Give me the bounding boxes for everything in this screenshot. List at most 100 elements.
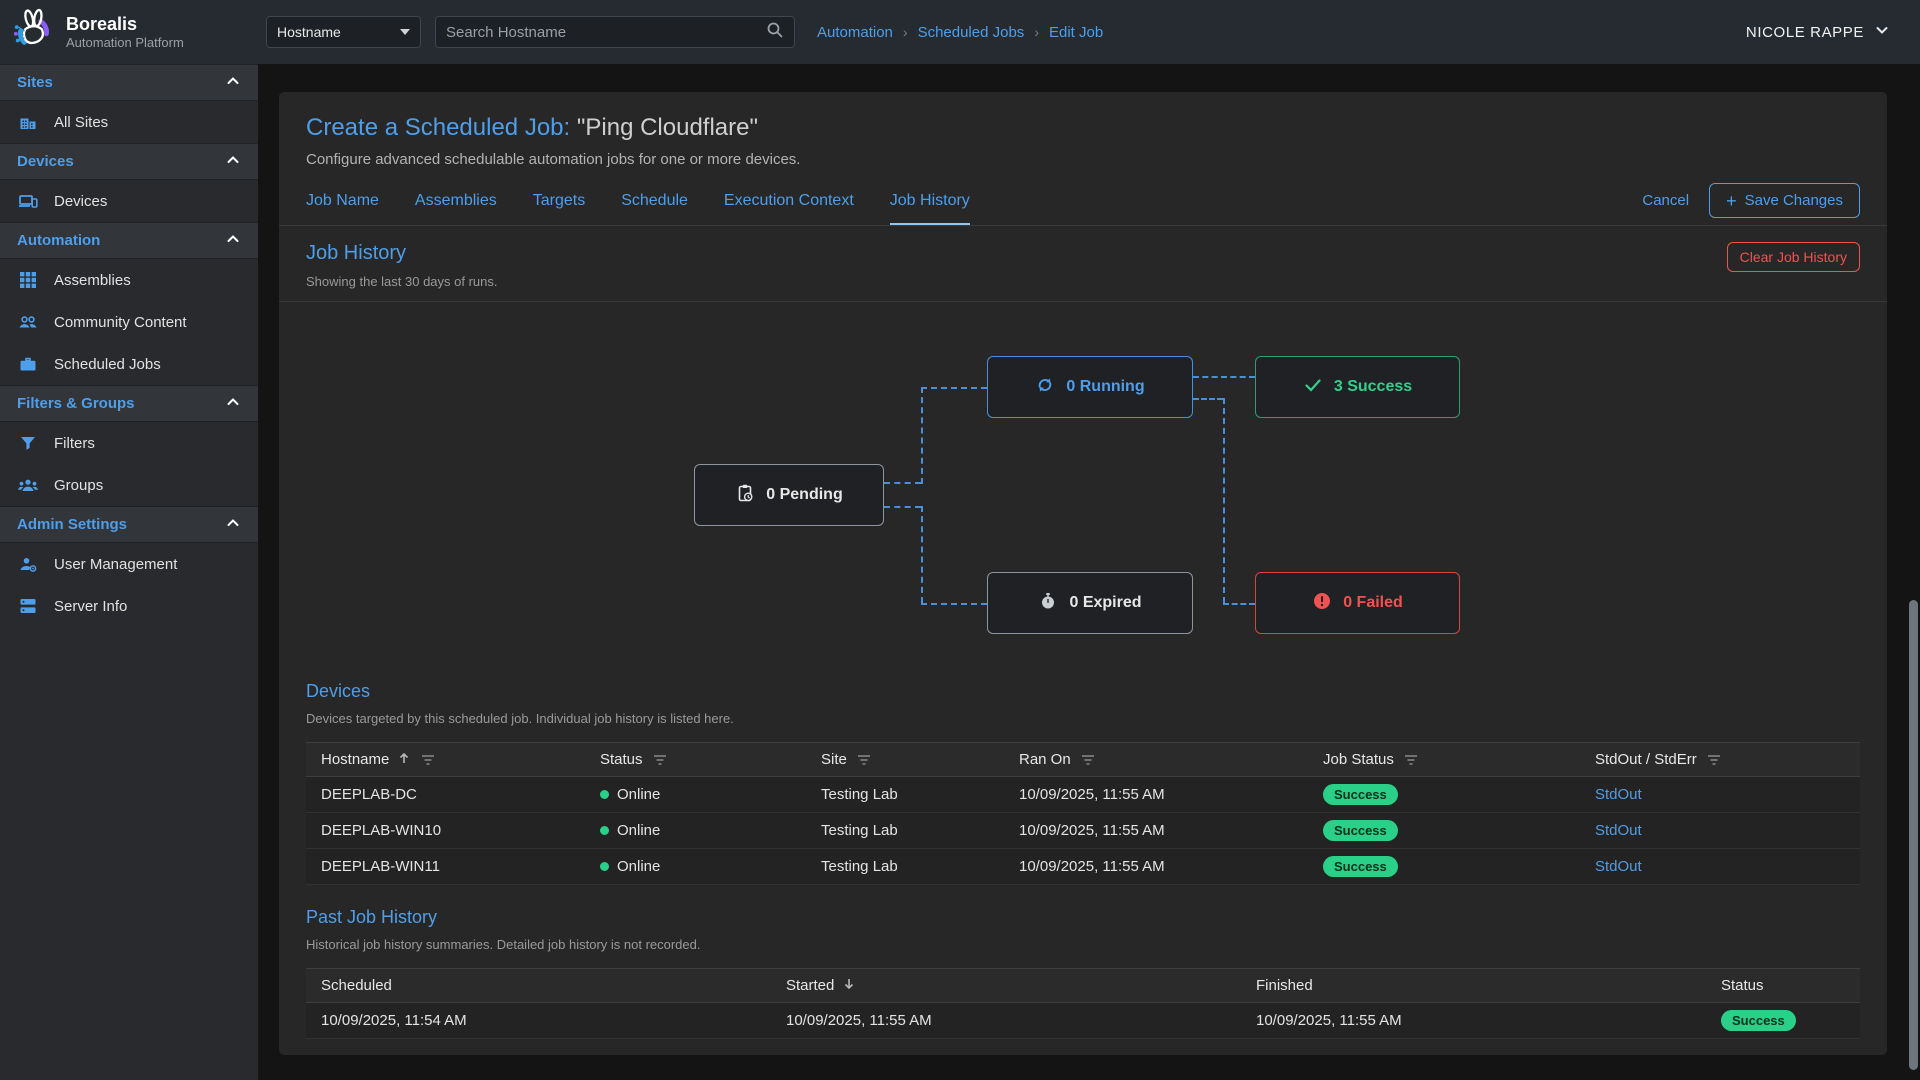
sidebar-item-scheduled-jobs[interactable]: Scheduled Jobs bbox=[0, 343, 258, 385]
app-name: Borealis bbox=[66, 14, 184, 35]
column-header-status[interactable]: Status bbox=[585, 751, 806, 768]
column-header-ran-on[interactable]: Ran On bbox=[1004, 751, 1308, 768]
past-job-history-subheading: Historical job history summaries. Detail… bbox=[306, 937, 1860, 952]
column-header-finished[interactable]: Finished bbox=[1241, 977, 1706, 994]
filter-icon[interactable] bbox=[1081, 754, 1095, 766]
borealis-logo-icon bbox=[12, 8, 56, 57]
past-job-history-heading: Past Job History bbox=[306, 907, 1860, 928]
breadcrumb-separator: › bbox=[903, 24, 908, 40]
sidebar-section-devices[interactable]: Devices bbox=[0, 143, 258, 180]
online-dot-icon bbox=[600, 826, 609, 835]
status-badge: Success bbox=[1323, 784, 1398, 805]
past-table-header: Scheduled Started Finished Status bbox=[306, 968, 1860, 1003]
people-icon bbox=[17, 311, 39, 333]
sidebar-section-admin-settings[interactable]: Admin Settings bbox=[0, 506, 258, 543]
building-icon bbox=[17, 111, 39, 133]
connector-line bbox=[884, 506, 921, 508]
hostname-select[interactable]: Hostname bbox=[266, 16, 421, 48]
sidebar-item-label: All Sites bbox=[54, 114, 108, 131]
tab-job-name[interactable]: Job Name bbox=[306, 182, 379, 225]
user-name: NICOLE RAPPE bbox=[1746, 24, 1864, 41]
filter-icon[interactable] bbox=[1404, 754, 1418, 766]
search-input[interactable] bbox=[446, 24, 766, 41]
filter-icon[interactable] bbox=[653, 754, 667, 766]
sidebar-item-label: Scheduled Jobs bbox=[54, 356, 161, 373]
tab-job-history[interactable]: Job History bbox=[890, 182, 970, 225]
breadcrumb-edit-job[interactable]: Edit Job bbox=[1049, 24, 1103, 41]
sidebar-section-automation[interactable]: Automation bbox=[0, 222, 258, 259]
sidebar-item-label: Groups bbox=[54, 477, 103, 494]
clear-job-history-button[interactable]: Clear Job History bbox=[1727, 242, 1860, 272]
stdout-link[interactable]: StdOut bbox=[1595, 858, 1642, 875]
hostname-cell: DEEPLAB-WIN10 bbox=[306, 822, 585, 839]
filter-icon[interactable] bbox=[1707, 754, 1721, 766]
sidebar-item-label: Assemblies bbox=[54, 272, 131, 289]
job-status-cell: Success bbox=[1308, 784, 1580, 805]
column-header-started[interactable]: Started bbox=[771, 977, 1241, 995]
column-header-site[interactable]: Site bbox=[806, 751, 1004, 768]
breadcrumb-scheduled-jobs[interactable]: Scheduled Jobs bbox=[918, 24, 1025, 41]
devices-heading: Devices bbox=[306, 681, 1860, 702]
page-title: Create a Scheduled Job: "Ping Cloudflare… bbox=[306, 114, 1860, 142]
tab-execution-context[interactable]: Execution Context bbox=[724, 182, 854, 225]
main-content: Create a Scheduled Job: "Ping Cloudflare… bbox=[258, 64, 1920, 1080]
past-job-history-table: Scheduled Started Finished Status 10/09/… bbox=[306, 968, 1860, 1039]
stdout-link[interactable]: StdOut bbox=[1595, 786, 1642, 803]
flow-node-success[interactable]: 3 Success bbox=[1255, 356, 1460, 418]
sidebar-item-filters[interactable]: Filters bbox=[0, 422, 258, 464]
column-header-scheduled[interactable]: Scheduled bbox=[306, 977, 771, 994]
sidebar-item-all-sites[interactable]: All Sites bbox=[0, 101, 258, 143]
flow-node-failed[interactable]: 0 Failed bbox=[1255, 572, 1460, 634]
chevron-up-icon bbox=[225, 73, 241, 93]
sidebar-item-devices[interactable]: Devices bbox=[0, 180, 258, 222]
flow-node-label: 0 Running bbox=[1066, 378, 1144, 396]
breadcrumb-automation[interactable]: Automation bbox=[817, 24, 893, 41]
sidebar-item-community-content[interactable]: Community Content bbox=[0, 301, 258, 343]
topbar: Borealis Automation Platform Hostname Au… bbox=[0, 0, 1920, 64]
error-icon bbox=[1312, 591, 1332, 616]
column-header-hostname[interactable]: Hostname bbox=[306, 751, 585, 769]
sort-up-icon bbox=[397, 751, 411, 769]
devices-table-header: Hostname Status Site bbox=[306, 742, 1860, 777]
sidebar-item-label: Server Info bbox=[54, 598, 127, 615]
column-header-stdout[interactable]: StdOut / StdErr bbox=[1580, 751, 1860, 768]
devices-table: Hostname Status Site bbox=[306, 742, 1860, 885]
tabs-row: Job Name Assemblies Targets Schedule Exe… bbox=[279, 182, 1887, 226]
edit-job-card: Create a Scheduled Job: "Ping Cloudflare… bbox=[279, 92, 1887, 1055]
cancel-button[interactable]: Cancel bbox=[1642, 192, 1689, 209]
ran-on-cell: 10/09/2025, 11:55 AM bbox=[1004, 822, 1308, 839]
save-changes-button[interactable]: + Save Changes bbox=[1709, 183, 1860, 218]
status-badge: Success bbox=[1721, 1010, 1796, 1031]
column-header-job-status[interactable]: Job Status bbox=[1308, 751, 1580, 768]
tab-assemblies[interactable]: Assemblies bbox=[415, 182, 497, 225]
sidebar-item-assemblies[interactable]: Assemblies bbox=[0, 259, 258, 301]
sidebar-section-filters-groups[interactable]: Filters & Groups bbox=[0, 385, 258, 422]
chevron-up-icon bbox=[225, 152, 241, 172]
sidebar-item-server-info[interactable]: Server Info bbox=[0, 585, 258, 627]
check-icon bbox=[1303, 375, 1323, 400]
scrollbar-thumb[interactable] bbox=[1909, 600, 1918, 1070]
tab-schedule[interactable]: Schedule bbox=[621, 182, 688, 225]
search-icon bbox=[766, 21, 784, 44]
column-header-status[interactable]: Status bbox=[1706, 977, 1860, 994]
sidebar-item-label: User Management bbox=[54, 556, 177, 573]
sidebar-section-sites[interactable]: Sites bbox=[0, 64, 258, 101]
filter-icon[interactable] bbox=[421, 754, 435, 766]
connector-line bbox=[1193, 398, 1223, 400]
section-label: Devices bbox=[17, 153, 74, 170]
filter-icon[interactable] bbox=[857, 754, 871, 766]
save-changes-label: Save Changes bbox=[1745, 192, 1843, 209]
job-history-subheading: Showing the last 30 days of runs. bbox=[306, 274, 498, 289]
flow-node-running[interactable]: 0 Running bbox=[987, 356, 1193, 418]
sidebar-item-user-management[interactable]: User Management bbox=[0, 543, 258, 585]
sidebar-item-label: Community Content bbox=[54, 314, 187, 331]
chevron-up-icon bbox=[225, 515, 241, 535]
tab-targets[interactable]: Targets bbox=[533, 182, 585, 225]
flow-node-pending[interactable]: 0 Pending bbox=[694, 464, 884, 526]
status-cell: Online bbox=[585, 858, 806, 875]
flow-node-expired[interactable]: 0 Expired bbox=[987, 572, 1193, 634]
sidebar-item-groups[interactable]: Groups bbox=[0, 464, 258, 506]
chevron-up-icon bbox=[225, 394, 241, 414]
user-menu[interactable]: NICOLE RAPPE bbox=[1746, 22, 1890, 42]
stdout-link[interactable]: StdOut bbox=[1595, 822, 1642, 839]
